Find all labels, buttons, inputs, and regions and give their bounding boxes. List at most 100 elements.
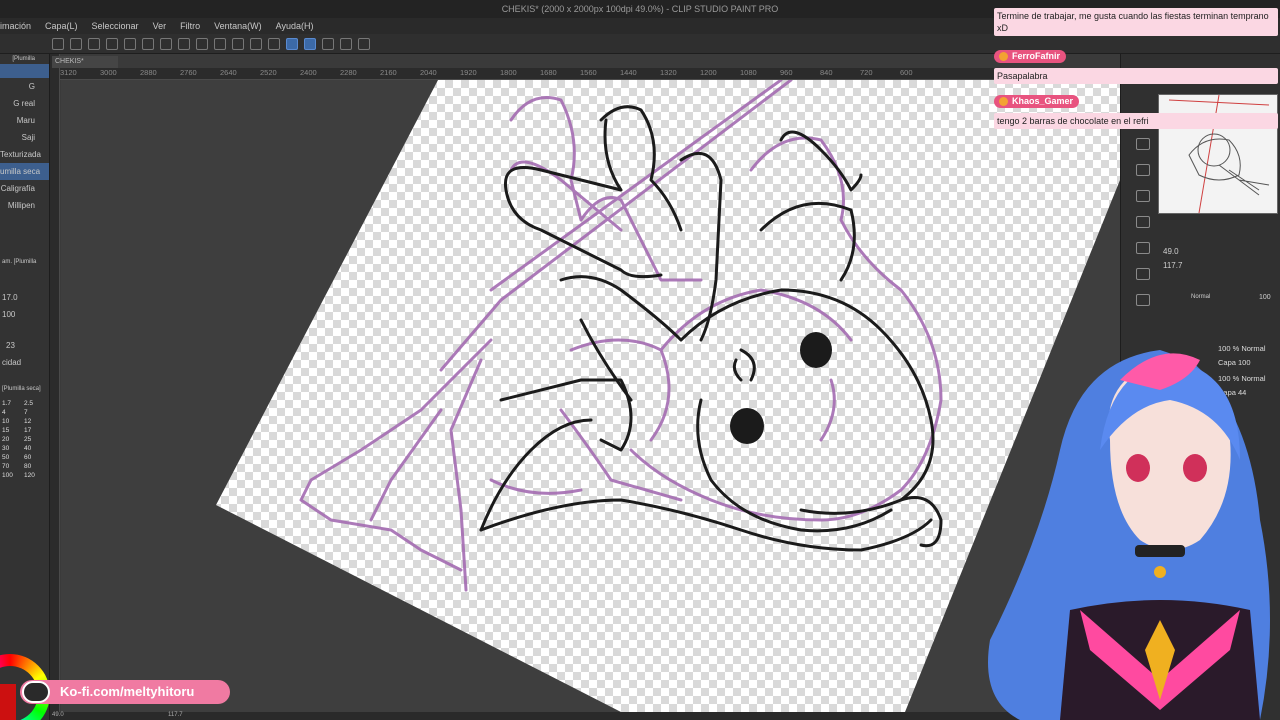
layer-property-icon[interactable]	[1136, 294, 1150, 306]
menu-select[interactable]: Seleccionar	[92, 18, 139, 34]
stream-chat: Termine de trabajar, me gusta cuando las…	[994, 0, 1280, 135]
loading-icon[interactable]	[196, 37, 208, 50]
chat-username: Khaos_Gamer	[994, 95, 1080, 108]
navigator-icon[interactable]	[1136, 242, 1150, 254]
brush-maru[interactable]: Maru	[0, 112, 49, 129]
chat-message: tengo 2 barras de chocolate en el refri	[994, 113, 1278, 129]
density-value[interactable]: 23	[0, 337, 49, 354]
horizontal-ruler: 3120 3000 2880 2760 2640 2520 2400 2280 …	[60, 68, 1120, 80]
brush-size-preset[interactable]: 4	[2, 409, 22, 416]
snap-ruler-icon[interactable]	[286, 37, 298, 50]
transform-icon[interactable]	[232, 37, 244, 50]
chat-username-text: Khaos_Gamer	[1012, 96, 1074, 106]
brush-millipen[interactable]: Millipen	[0, 197, 49, 214]
brush-saji[interactable]: Saji	[0, 129, 49, 146]
ruler-tick: 2640	[220, 68, 237, 77]
brush-calligraphy[interactable]: Caligrafía	[0, 180, 49, 197]
brush-size-preset[interactable]: 40	[24, 445, 44, 452]
menu-layer[interactable]: Capa(L)	[45, 18, 78, 34]
ruler-tick: 720	[860, 68, 873, 77]
status-zoom[interactable]: 49.0	[52, 712, 64, 718]
property-icon[interactable]	[1136, 190, 1150, 202]
brush-size-preset[interactable]: 7	[24, 409, 44, 416]
clear-outside-icon[interactable]	[268, 37, 280, 50]
brush-size-preset[interactable]: 12	[24, 418, 44, 425]
ruler-tick: 1920	[460, 68, 477, 77]
tool-property-label: am. [Plumilla	[2, 259, 37, 265]
snap-grid-icon[interactable]	[322, 37, 334, 50]
clear-icon[interactable]	[250, 37, 262, 50]
brush-size-preset[interactable]: 50	[2, 454, 22, 461]
ruler-tick: 1080	[740, 68, 757, 77]
brush-size-preset[interactable]: 100	[2, 472, 22, 479]
density-label: cidad	[2, 358, 22, 367]
layer-blend-mode[interactable]: Normal	[1191, 294, 1210, 300]
layer-icon[interactable]	[1136, 164, 1150, 176]
brush-size-preset[interactable]: 25	[24, 436, 44, 443]
sketch-eye-lower	[730, 408, 764, 444]
sub-tool-icon[interactable]	[1136, 216, 1150, 228]
new-canvas-icon[interactable]	[106, 37, 118, 50]
panel-close-icon[interactable]	[1136, 138, 1150, 150]
menu-window[interactable]: Ventana(W)	[214, 18, 262, 34]
ruler-tick: 840	[820, 68, 833, 77]
brush-size-preset[interactable]: 20	[2, 436, 22, 443]
brush-dry-pen[interactable]: umilla seca	[0, 163, 49, 180]
chat-badge-icon	[999, 97, 1008, 106]
menu-help[interactable]: Ayuda(H)	[276, 18, 314, 34]
brush-size-preset[interactable]: 17	[24, 427, 44, 434]
brush-group-tab[interactable]: [Plumilla	[0, 54, 49, 64]
ruler-tick: 2520	[260, 68, 277, 77]
ruler-tick: 3000	[100, 68, 117, 77]
ruler-tick: 2280	[340, 68, 357, 77]
ruler-tick: 1680	[540, 68, 557, 77]
opacity-value[interactable]: 100	[0, 306, 49, 323]
chat-badge-icon	[999, 52, 1008, 61]
menu-icon[interactable]	[52, 37, 64, 50]
ruler-tick: 1800	[500, 68, 517, 77]
navigator-zoom[interactable]: 49.0	[1163, 247, 1179, 256]
brush-size-preset[interactable]: 30	[2, 445, 22, 452]
menu-view[interactable]: Ver	[153, 18, 167, 34]
brush-size-preset[interactable]: 80	[24, 463, 44, 470]
chat-username-text: FerroFafnir	[1012, 51, 1061, 61]
save-icon[interactable]	[142, 37, 154, 50]
brush-size-preset[interactable]: 1.7	[2, 400, 22, 407]
snap-special-ruler-icon[interactable]	[304, 37, 316, 50]
ruler-tick: 600	[900, 68, 913, 77]
brush-header-selected[interactable]	[0, 64, 49, 78]
ruler-tick: 1560	[580, 68, 597, 77]
menu-animation[interactable]: imación	[0, 18, 31, 34]
brush-size-preset[interactable]: 120	[24, 472, 44, 479]
search-layer-icon[interactable]	[1136, 268, 1150, 280]
brush-textured[interactable]: Texturizada	[0, 146, 49, 163]
kofi-link[interactable]: Ko-fi.com/meltyhitoru	[20, 680, 230, 704]
ruler-tick: 1440	[620, 68, 637, 77]
brush-size-value[interactable]: 17.0	[0, 289, 49, 306]
vertical-ruler	[50, 54, 60, 720]
undo-icon[interactable]	[160, 37, 172, 50]
open-icon[interactable]	[124, 37, 136, 50]
redo-icon[interactable]	[178, 37, 190, 50]
help-icon[interactable]	[358, 37, 370, 50]
tablet-icon[interactable]	[340, 37, 352, 50]
status-angle[interactable]: 117.7	[168, 712, 183, 718]
brush-size-preset[interactable]: 70	[2, 463, 22, 470]
ruler-tick: 2880	[140, 68, 157, 77]
settings-icon[interactable]	[88, 37, 100, 50]
brush-g-real[interactable]: G real	[0, 95, 49, 112]
brush-size-preset[interactable]: 15	[2, 427, 22, 434]
document-tab[interactable]: CHEKIS*	[52, 56, 118, 68]
vtuber-avatar	[988, 350, 1270, 720]
layer-opacity[interactable]: 100	[1259, 294, 1271, 301]
brush-size-preset[interactable]: 60	[24, 454, 44, 461]
fill-icon[interactable]	[214, 37, 226, 50]
menu-filter[interactable]: Filtro	[180, 18, 200, 34]
new-file-icon[interactable]	[70, 37, 82, 50]
main-color-swatch[interactable]	[0, 684, 16, 720]
navigator-angle[interactable]: 117.7	[1163, 261, 1182, 270]
brush-size-preset[interactable]: 2.5	[24, 400, 44, 407]
brush-size-preset[interactable]: 10	[2, 418, 22, 425]
ruler-tick: 2760	[180, 68, 197, 77]
brush-g-pen[interactable]: G	[0, 78, 49, 95]
